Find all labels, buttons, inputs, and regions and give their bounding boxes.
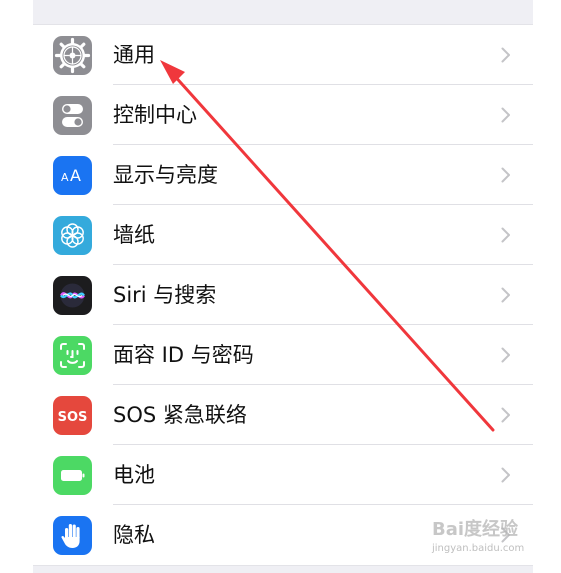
settings-item-face-id-passcode[interactable]: 面容 ID 与密码	[33, 325, 533, 385]
flower-icon	[53, 216, 92, 255]
watermark-logo: Bai度经验	[432, 519, 519, 540]
settings-item-label: 显示与亮度	[113, 163, 218, 187]
hand-icon	[53, 516, 92, 555]
settings-list: 通用 控制中心 A A 显示与亮度 墙纸 Siri 与搜索 面容 ID 与密码 …	[33, 24, 533, 566]
settings-item-label: 通用	[113, 43, 155, 67]
settings-item-control-center[interactable]: 控制中心	[33, 85, 533, 145]
chevron-right-icon	[501, 227, 510, 243]
chevron-right-icon	[501, 287, 510, 303]
settings-page: 通用 控制中心 A A 显示与亮度 墙纸 Siri 与搜索 面容 ID 与密码 …	[0, 0, 561, 573]
chevron-right-icon	[501, 407, 510, 423]
settings-item-label: 控制中心	[113, 103, 197, 127]
settings-item-display-brightness[interactable]: A A 显示与亮度	[33, 145, 533, 205]
face-id-icon	[53, 336, 92, 375]
watermark-url: jingyan.baidu.com	[432, 543, 525, 554]
settings-item-wallpaper[interactable]: 墙纸	[33, 205, 533, 265]
settings-item-label: 电池	[113, 463, 155, 487]
chevron-right-icon	[501, 347, 510, 363]
settings-item-label: 面容 ID 与密码	[113, 343, 254, 367]
svg-text:A: A	[70, 166, 81, 185]
battery-icon	[53, 456, 92, 495]
settings-item-label: 隐私	[113, 523, 155, 547]
settings-item-label: 墙纸	[113, 223, 155, 247]
sos-icon: SOS	[53, 396, 92, 435]
chevron-right-icon	[501, 47, 510, 63]
settings-item-emergency-sos[interactable]: SOS SOS 紧急联络	[33, 385, 533, 445]
svg-text:A: A	[61, 171, 69, 184]
settings-item-battery[interactable]: 电池	[33, 445, 533, 505]
watermark: Bai度经验 jingyan.baidu.com	[432, 515, 532, 563]
siri-icon	[53, 276, 92, 315]
chevron-right-icon	[501, 167, 510, 183]
chevron-right-icon	[501, 107, 510, 123]
toggles-icon	[53, 96, 92, 135]
sos-icon-text: SOS	[58, 410, 88, 425]
settings-item-label: SOS 紧急联络	[113, 403, 247, 427]
settings-item-siri-search[interactable]: Siri 与搜索	[33, 265, 533, 325]
settings-item-general[interactable]: 通用	[33, 25, 533, 85]
text-size-icon: A A	[53, 156, 92, 195]
chevron-right-icon	[501, 467, 510, 483]
gear-icon	[53, 36, 92, 75]
settings-item-label: Siri 与搜索	[113, 283, 217, 307]
